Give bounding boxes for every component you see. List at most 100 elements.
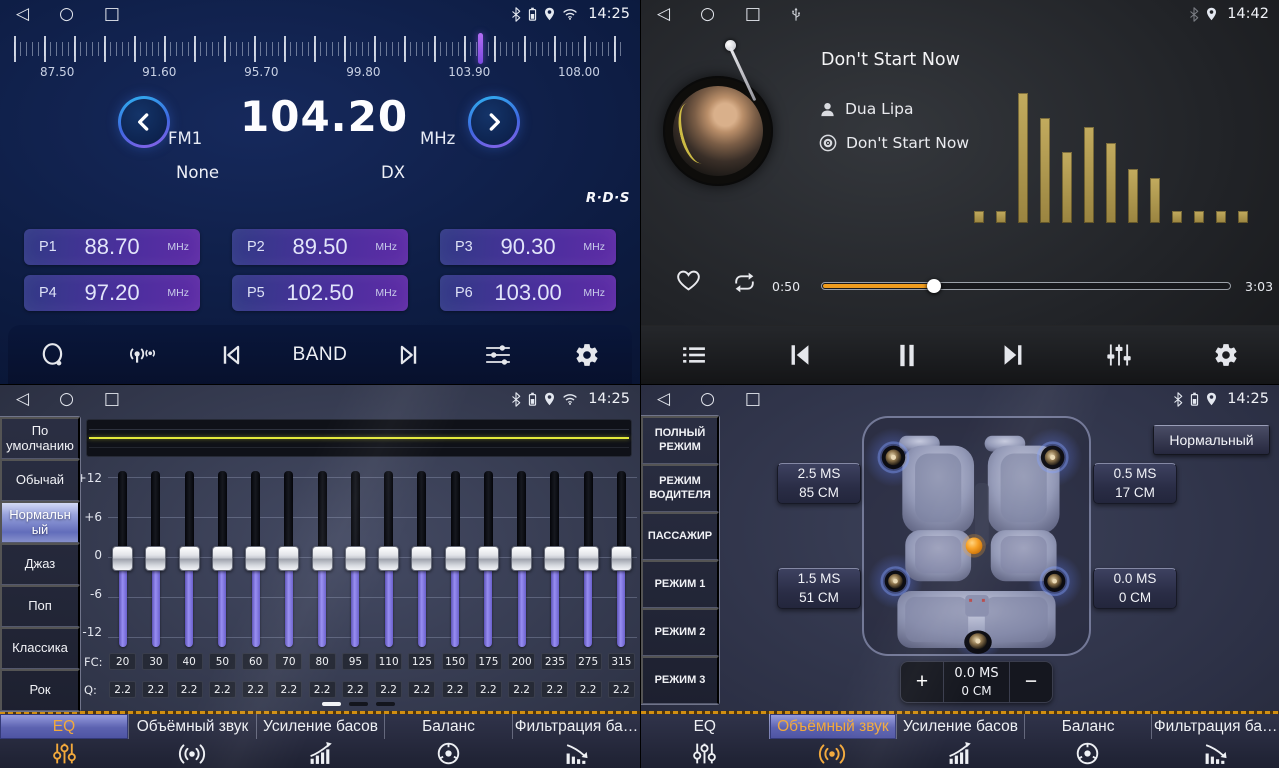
q-value[interactable]: 2.2	[541, 681, 568, 698]
slider-thumb[interactable]	[378, 546, 399, 571]
audio-mixer-button[interactable]	[467, 332, 529, 378]
previous-station-button[interactable]	[200, 332, 262, 378]
q-value[interactable]: 2.2	[242, 681, 269, 698]
next-station-button[interactable]	[378, 332, 440, 378]
eq-band-slider[interactable]	[572, 471, 605, 647]
q-value[interactable]: 2.2	[475, 681, 502, 698]
home-icon[interactable]: ○	[59, 391, 74, 408]
slider-thumb[interactable]	[245, 546, 266, 571]
settings-button[interactable]	[1195, 332, 1257, 378]
eq-band-slider[interactable]	[173, 471, 206, 647]
slider-thumb[interactable]	[278, 546, 299, 571]
eq-preset-item[interactable]: Рок	[0, 669, 80, 711]
stage-mode-item[interactable]: РЕЖИМ 1	[641, 560, 719, 608]
previous-track-button[interactable]	[769, 332, 831, 378]
back-icon[interactable]: ◁	[16, 6, 29, 23]
fc-value[interactable]: 20	[109, 653, 136, 670]
slider-thumb[interactable]	[611, 546, 632, 571]
slider-thumb[interactable]	[312, 546, 333, 571]
q-value[interactable]: 2.2	[309, 681, 336, 698]
eq-preset-item[interactable]: Поп	[0, 585, 80, 627]
eq-band-slider[interactable]	[605, 471, 638, 647]
fc-value[interactable]: 30	[142, 653, 169, 670]
q-value[interactable]: 2.2	[109, 681, 136, 698]
back-icon[interactable]: ◁	[16, 391, 29, 408]
eq-preset-item[interactable]: Джаз	[0, 543, 80, 585]
recents-icon[interactable]: □	[104, 6, 120, 23]
eq-band-slider[interactable]	[139, 471, 172, 647]
eq-band-slider[interactable]	[239, 471, 272, 647]
progress-bar[interactable]	[821, 282, 1231, 290]
repeat-button[interactable]	[731, 271, 758, 294]
tab-surround[interactable]: Объёмный звук	[128, 714, 256, 768]
slider-thumb[interactable]	[544, 546, 565, 571]
radio-preset-button[interactable]: P3 90.30 MHz	[440, 229, 616, 265]
slider-thumb[interactable]	[112, 546, 133, 571]
progress-thumb[interactable]	[927, 279, 941, 293]
eq-band-slider[interactable]	[372, 471, 405, 647]
broadcast-button[interactable]	[111, 332, 173, 378]
increase-button[interactable]: +	[901, 662, 943, 702]
eq-band-slider[interactable]	[272, 471, 305, 647]
stage-mode-item[interactable]: ПОЛНЫЙ РЕЖИМ	[641, 416, 719, 464]
delay-front-left-button[interactable]: 2.5 MS 85 CM	[777, 463, 861, 504]
eq-band-slider[interactable]	[206, 471, 239, 647]
back-icon[interactable]: ◁	[657, 6, 670, 23]
fc-value[interactable]: 80	[309, 653, 336, 670]
delay-rear-left-button[interactable]: 1.5 MS 51 CM	[777, 568, 861, 609]
q-value[interactable]: 2.2	[608, 681, 635, 698]
slider-thumb[interactable]	[145, 546, 166, 571]
fc-value[interactable]: 235	[541, 653, 568, 670]
fc-value[interactable]: 70	[275, 653, 302, 670]
eq-band-slider[interactable]	[439, 471, 472, 647]
settings-button[interactable]	[556, 332, 618, 378]
tab-eq[interactable]: EQ	[641, 714, 769, 768]
eq-preset-item[interactable]: Обычай	[0, 459, 80, 501]
fc-value[interactable]: 275	[575, 653, 602, 670]
radio-preset-button[interactable]: P1 88.70 MHz	[24, 229, 200, 265]
seek-up-button[interactable]	[468, 96, 520, 148]
q-value[interactable]: 2.2	[375, 681, 402, 698]
stage-mode-item[interactable]: ПАССАЖИР	[641, 512, 719, 560]
home-icon[interactable]: ○	[700, 6, 715, 23]
q-value[interactable]: 2.2	[575, 681, 602, 698]
q-value[interactable]: 2.2	[508, 681, 535, 698]
scan-button[interactable]	[22, 332, 84, 378]
fc-value[interactable]: 175	[475, 653, 502, 670]
seek-down-button[interactable]	[118, 96, 170, 148]
fc-value[interactable]: 95	[342, 653, 369, 670]
favorite-button[interactable]	[675, 267, 702, 292]
equalizer-button[interactable]	[1088, 332, 1150, 378]
fc-value[interactable]: 200	[508, 653, 535, 670]
fc-value[interactable]: 60	[242, 653, 269, 670]
next-track-button[interactable]	[982, 332, 1044, 378]
tab-filter[interactable]: Фильтрация ба…	[512, 714, 640, 768]
q-value[interactable]: 2.2	[176, 681, 203, 698]
fc-value[interactable]: 40	[176, 653, 203, 670]
slider-thumb[interactable]	[578, 546, 599, 571]
q-value[interactable]: 2.2	[275, 681, 302, 698]
recents-icon[interactable]: □	[745, 6, 761, 23]
eq-band-slider[interactable]	[306, 471, 339, 647]
frequency-scale[interactable]	[14, 35, 626, 63]
slider-thumb[interactable]	[212, 546, 233, 571]
eq-band-slider[interactable]	[106, 471, 139, 647]
fc-value[interactable]: 110	[375, 653, 402, 670]
slider-thumb[interactable]	[345, 546, 366, 571]
decrease-button[interactable]: −	[1010, 662, 1052, 702]
eq-preset-item[interactable]: Классика	[0, 627, 80, 669]
recents-icon[interactable]: □	[745, 391, 761, 408]
slider-thumb[interactable]	[511, 546, 532, 571]
radio-preset-button[interactable]: P6 103.00 MHz	[440, 275, 616, 311]
fc-value[interactable]: 50	[209, 653, 236, 670]
tab-surround[interactable]: Объёмный звук	[769, 714, 897, 768]
eq-band-slider[interactable]	[538, 471, 571, 647]
tab-balance[interactable]: Баланс	[1024, 714, 1152, 768]
tab-eq[interactable]: EQ	[0, 714, 128, 768]
fc-value[interactable]: 150	[442, 653, 469, 670]
stage-mode-item[interactable]: РЕЖИМ 3	[641, 656, 719, 704]
playlist-button[interactable]	[663, 332, 725, 378]
tab-bass-boost[interactable]: Усиление басов	[896, 714, 1024, 768]
eq-band-slider[interactable]	[339, 471, 372, 647]
radio-preset-button[interactable]: P5 102.50 MHz	[232, 275, 408, 311]
